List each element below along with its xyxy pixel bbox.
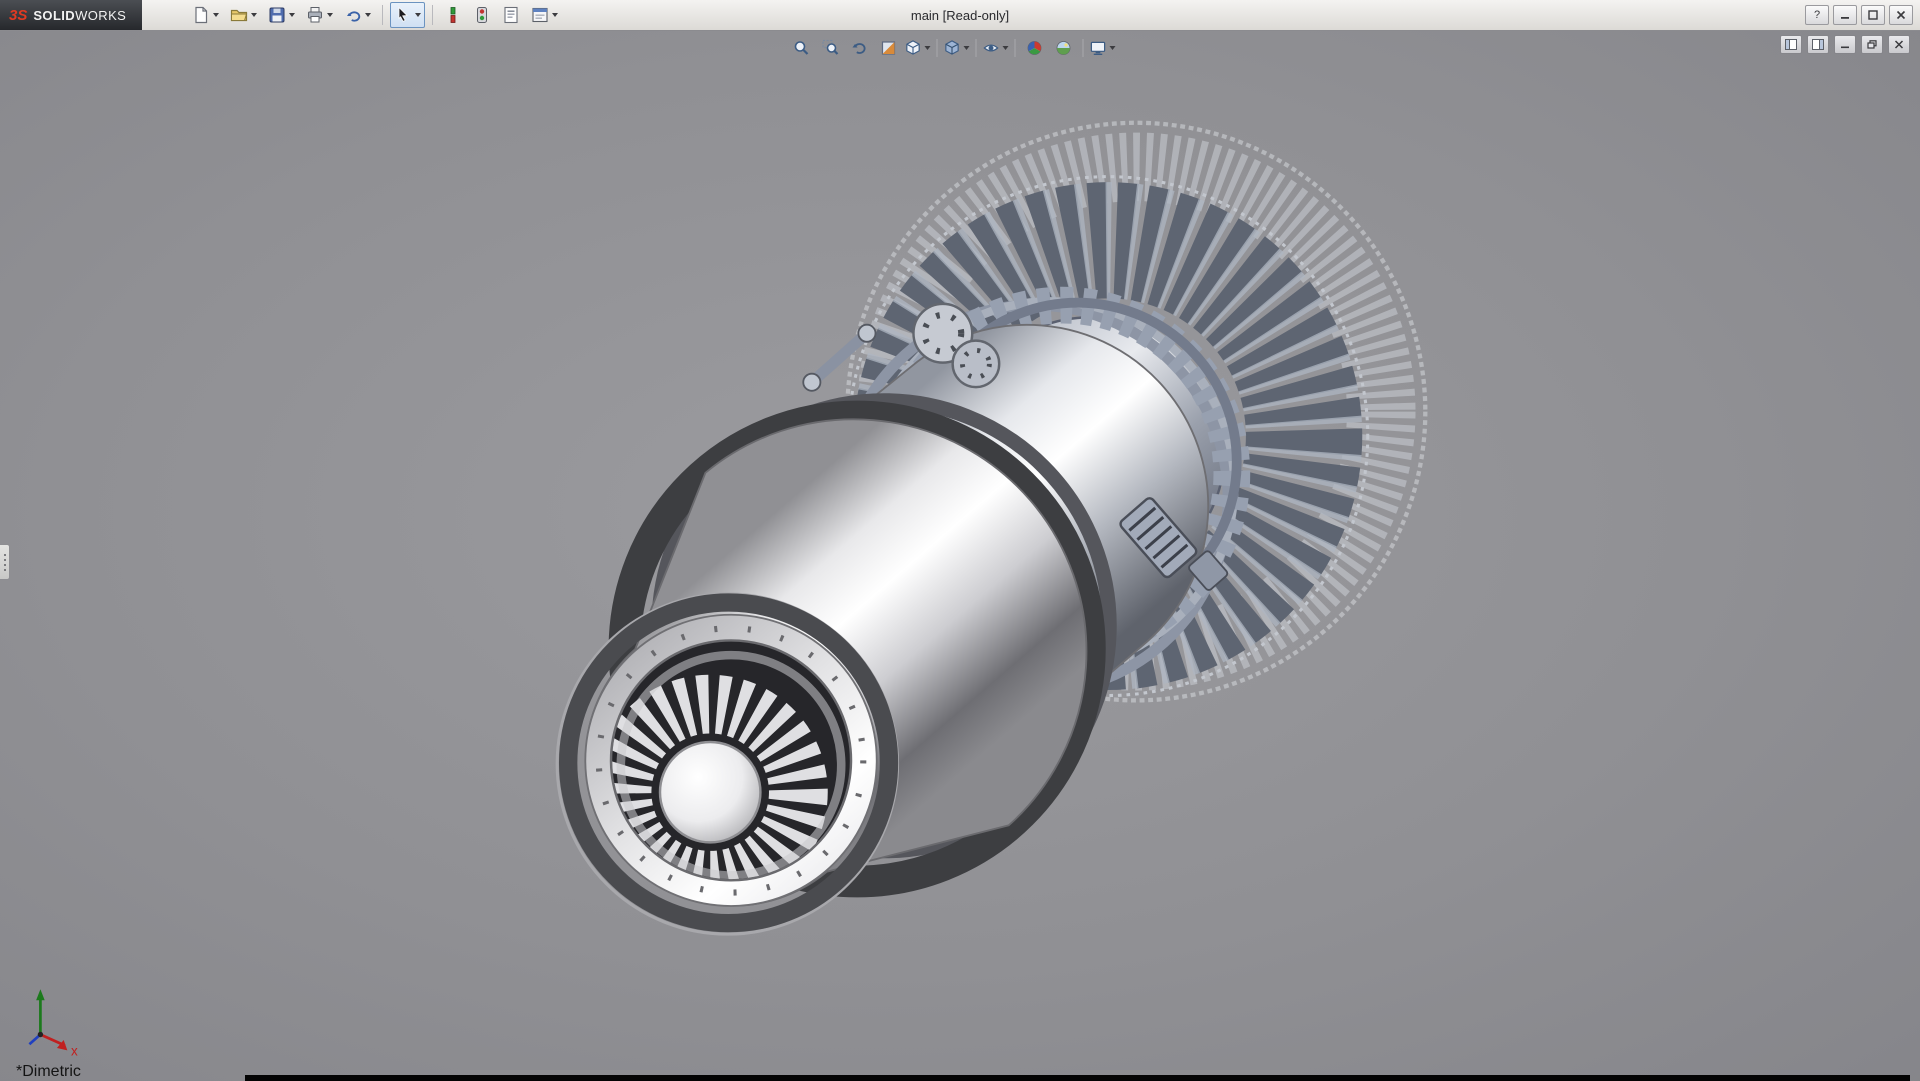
view-settings-icon xyxy=(1090,39,1107,57)
hud-separator xyxy=(1015,39,1016,57)
section-view-button[interactable] xyxy=(876,36,902,60)
minimize-icon xyxy=(1840,10,1850,20)
close-button[interactable] xyxy=(1889,5,1913,25)
previous-view-icon xyxy=(851,39,869,57)
view-orientation-icon xyxy=(905,39,922,57)
show-feature-tree-button[interactable] xyxy=(1780,35,1802,54)
toolbar-separator xyxy=(432,5,433,25)
print-dropdown-icon[interactable] xyxy=(327,13,333,17)
save-button[interactable] xyxy=(264,2,299,28)
feature-panel-splitter[interactable] xyxy=(0,544,10,580)
undo-dropdown-icon[interactable] xyxy=(365,13,371,17)
selection-filter-icon xyxy=(444,6,462,24)
solidworks-logo-text: SOLIDWORKS xyxy=(33,8,126,23)
taskbar-strip xyxy=(245,1075,1910,1081)
minimize-button[interactable] xyxy=(1833,5,1857,25)
maximize-icon xyxy=(1868,10,1878,20)
display-style-icon xyxy=(944,39,961,57)
feature-tree-icon xyxy=(1785,39,1797,50)
print-icon xyxy=(306,6,324,24)
open-button[interactable] xyxy=(226,2,261,28)
maximize-button[interactable] xyxy=(1861,5,1885,25)
rebuild-button[interactable] xyxy=(469,2,495,28)
toolbar-separator xyxy=(382,5,383,25)
app-titlebar: 3S SOLIDWORKS xyxy=(0,0,1920,31)
model-canvas[interactable]: x xyxy=(0,31,1920,1081)
edit-appearance-icon xyxy=(1026,39,1044,57)
hud-separator xyxy=(1083,39,1084,57)
open-folder-icon xyxy=(230,6,248,24)
spinner-hub-part[interactable] xyxy=(660,742,760,842)
restore-document-icon xyxy=(1867,40,1877,49)
save-icon xyxy=(268,6,286,24)
hide-show-dropdown-icon[interactable] xyxy=(1003,46,1009,50)
display-style-button[interactable] xyxy=(944,36,970,60)
options-button[interactable] xyxy=(527,2,562,28)
view-orientation-button[interactable] xyxy=(905,36,931,60)
selection-filter-button[interactable] xyxy=(440,2,466,28)
close-icon xyxy=(1896,10,1906,20)
zoom-to-area-icon xyxy=(822,39,840,57)
window-controls: ? xyxy=(1805,5,1920,25)
previous-view-button[interactable] xyxy=(847,36,873,60)
undo-button[interactable] xyxy=(340,2,375,28)
hud-separator xyxy=(976,39,977,57)
display-pane-icon xyxy=(1812,39,1824,50)
logo-text-light: WORKS xyxy=(75,8,126,23)
file-properties-button[interactable] xyxy=(498,2,524,28)
logo-text-bold: SOLID xyxy=(33,8,75,23)
dassault-logo-icon: 3S xyxy=(9,7,27,24)
options-icon xyxy=(531,6,549,24)
select-cursor-icon xyxy=(394,6,412,24)
zoom-to-fit-button[interactable] xyxy=(789,36,815,60)
section-view-icon xyxy=(880,39,898,57)
hide-show-items-button[interactable] xyxy=(983,36,1009,60)
show-display-pane-button[interactable] xyxy=(1807,35,1829,54)
help-button[interactable]: ? xyxy=(1805,5,1829,25)
new-document-button[interactable] xyxy=(188,2,223,28)
close-document-icon xyxy=(1894,40,1904,49)
heads-up-view-toolbar xyxy=(789,36,1116,60)
solidworks-logo: 3S SOLIDWORKS xyxy=(0,0,142,30)
print-button[interactable] xyxy=(302,2,337,28)
select-dropdown-icon[interactable] xyxy=(415,13,421,17)
zoom-to-fit-icon xyxy=(793,39,811,57)
view-orientation-label: *Dimetric xyxy=(16,1063,81,1081)
minimize-document-button[interactable] xyxy=(1834,35,1856,54)
standard-toolbar xyxy=(188,2,562,28)
close-document-button[interactable] xyxy=(1888,35,1910,54)
document-window-controls xyxy=(1780,35,1910,54)
file-properties-icon xyxy=(502,6,520,24)
apply-scene-icon xyxy=(1055,39,1073,57)
minimize-document-icon xyxy=(1840,40,1850,49)
x-axis-label: x xyxy=(71,1043,78,1058)
hide-show-items-icon xyxy=(983,39,1000,57)
save-dropdown-icon[interactable] xyxy=(289,13,295,17)
view-settings-dropdown-icon[interactable] xyxy=(1110,46,1116,50)
restore-document-button[interactable] xyxy=(1861,35,1883,54)
document-title: main [Read-only] xyxy=(911,8,1009,23)
graphics-viewport[interactable]: x *Dimetric xyxy=(0,31,1920,1081)
new-document-icon xyxy=(192,6,210,24)
apply-scene-button[interactable] xyxy=(1051,36,1077,60)
open-dropdown-icon[interactable] xyxy=(251,13,257,17)
zoom-to-area-button[interactable] xyxy=(818,36,844,60)
rebuild-icon xyxy=(473,6,491,24)
select-button[interactable] xyxy=(390,2,425,28)
hud-separator xyxy=(937,39,938,57)
help-icon: ? xyxy=(1814,9,1820,21)
edit-appearance-button[interactable] xyxy=(1022,36,1048,60)
new-document-dropdown-icon[interactable] xyxy=(213,13,219,17)
view-orientation-dropdown-icon[interactable] xyxy=(925,46,931,50)
view-settings-button[interactable] xyxy=(1090,36,1116,60)
display-style-dropdown-icon[interactable] xyxy=(964,46,970,50)
options-dropdown-icon[interactable] xyxy=(552,13,558,17)
undo-icon xyxy=(344,6,362,24)
